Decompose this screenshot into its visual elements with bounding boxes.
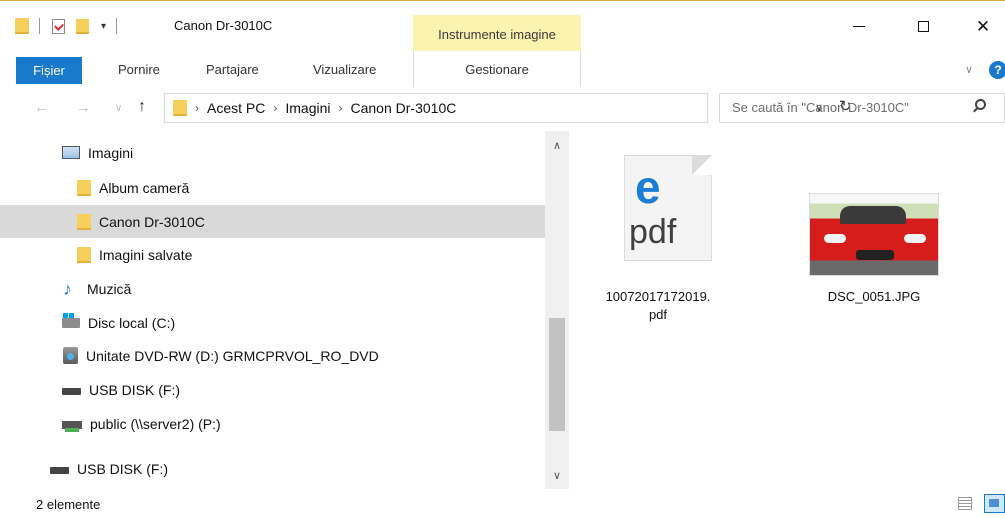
tree-item-label: Muzică [87, 280, 132, 297]
tree-item-saved-pictures[interactable]: Imagini salvate [0, 238, 545, 271]
usb-drive-icon [62, 388, 81, 395]
address-bar[interactable]: › Acest PC › Imagini › Canon Dr-3010C ∨ … [164, 93, 852, 123]
tab-share[interactable]: Partajare [206, 57, 259, 82]
tree-item-label: USB DISK (F:) [89, 381, 181, 398]
file-name-line1: 10072017172019. [605, 289, 711, 304]
minimize-icon [853, 25, 865, 27]
scroll-up-icon[interactable]: ∧ [553, 139, 561, 152]
up-arrow-icon[interactable]: ↑ [138, 98, 146, 116]
tree-item-label: Album cameră [99, 179, 190, 196]
separator [116, 18, 118, 34]
recent-locations-icon[interactable]: ∨ [115, 103, 122, 114]
jpg-thumbnail [809, 193, 939, 276]
dvd-drive-icon [63, 347, 78, 364]
tree-item-usb-disk[interactable]: USB DISK (F:) [0, 373, 545, 406]
tree-item-label: Canon Dr-3010C [99, 213, 205, 230]
tree-item-canon-folder[interactable]: Canon Dr-3010C [0, 205, 545, 238]
folder-icon [173, 100, 187, 116]
search-box[interactable]: Se caută în "Canon Dr-3010C" [719, 93, 1005, 123]
pdf-label: pdf [629, 213, 677, 251]
details-view-icon[interactable] [958, 497, 972, 510]
pdf-edge-icon: e pdf [624, 155, 712, 261]
forward-arrow-icon[interactable]: → [76, 99, 91, 116]
tab-file[interactable]: Fișier [16, 57, 82, 84]
pictures-icon [62, 146, 80, 159]
close-icon: ✕ [975, 16, 991, 36]
window-title: Canon Dr-3010C [174, 18, 273, 33]
minimize-button[interactable] [836, 12, 882, 40]
large-icons-view-icon[interactable] [984, 494, 1005, 513]
edge-logo-icon: e [635, 161, 661, 213]
folder-icon [77, 246, 91, 263]
context-tab-group: Instrumente imagine [413, 15, 581, 51]
breadcrumb-pictures[interactable]: Imagini [285, 100, 330, 116]
item-count: 2 elemente [36, 497, 101, 512]
tree-item-label: USB DISK (F:) [77, 460, 169, 477]
tree-item-camera-roll[interactable]: Album cameră [0, 171, 545, 204]
new-folder-icon[interactable] [76, 18, 89, 34]
folder-icon [77, 179, 91, 196]
maximize-icon [917, 20, 929, 32]
tab-home[interactable]: Pornire [118, 57, 160, 82]
usb-drive-icon [50, 467, 69, 474]
tree-item-dvd-drive[interactable]: Unitate DVD-RW (D:) GRMCPRVOL_RO_DVD [0, 339, 545, 372]
file-name: DSC_0051.JPG [827, 289, 921, 304]
quick-access-toolbar: ▾ [15, 14, 118, 38]
tree-item-local-disk[interactable]: Disc local (C:) [0, 306, 545, 339]
search-icon[interactable] [975, 99, 986, 110]
file-item-pdf[interactable]: e pdf 10072017172019. pdf [593, 151, 723, 351]
breadcrumb-separator-icon[interactable]: › [195, 101, 199, 115]
separator [39, 18, 40, 34]
customize-quick-access-icon[interactable]: ▾ [101, 21, 106, 32]
file-name: 10072017172019. pdf [593, 288, 723, 324]
title-bar: ▾ Canon Dr-3010C Instrumente imagine ✕ [0, 1, 1005, 51]
tree-item-pictures[interactable]: Imagini [0, 136, 545, 169]
breadcrumb-separator-icon[interactable]: › [273, 101, 277, 115]
status-bar: 2 elemente [0, 489, 1005, 518]
tree-item-label: Disc local (C:) [88, 314, 176, 331]
tree-item-network-drive[interactable]: public (\\server2) (P:) [0, 407, 545, 440]
expand-ribbon-icon[interactable]: ∨ [965, 63, 973, 76]
explorer-window: ▾ Canon Dr-3010C Instrumente imagine ✕ F… [0, 0, 1005, 518]
breadcrumb-this-pc[interactable]: Acest PC [207, 100, 265, 116]
tab-manage[interactable]: Gestionare [413, 51, 581, 87]
folder-icon [15, 18, 29, 34]
help-icon[interactable]: ? [989, 61, 1005, 79]
folder-icon [77, 213, 91, 230]
close-button[interactable]: ✕ [960, 12, 1005, 40]
properties-icon[interactable] [52, 18, 65, 34]
search-input[interactable]: Se caută în "Canon Dr-3010C" [732, 100, 909, 115]
tree-item-label: Imagini [88, 144, 134, 161]
file-list: e pdf 10072017172019. pdf DSC_0051.JPG [569, 131, 1005, 489]
maximize-button[interactable] [900, 12, 946, 40]
tree-item-usb-disk-root[interactable]: USB DISK (F:) [0, 452, 545, 485]
file-item-jpg[interactable]: DSC_0051.JPG [809, 151, 939, 351]
local-disk-icon [62, 312, 80, 328]
music-icon: ♪ [63, 278, 72, 299]
back-arrow-icon[interactable]: ← [34, 99, 49, 116]
tree-item-label: Unitate DVD-RW (D:) GRMCPRVOL_RO_DVD [86, 347, 379, 364]
nav-pane-scrollbar[interactable]: ∧ ∨ [545, 131, 569, 489]
tree-item-label: public (\\server2) (P:) [90, 415, 221, 432]
scroll-down-icon[interactable]: ∨ [553, 469, 561, 482]
scrollbar-thumb[interactable] [549, 318, 565, 431]
tab-view[interactable]: Vizualizare [313, 57, 376, 82]
tree-item-music[interactable]: ♪ Muzică [0, 272, 545, 305]
navigation-pane: Imagini Album cameră Canon Dr-3010C Imag… [0, 131, 569, 489]
breadcrumb-separator-icon[interactable]: › [339, 101, 343, 115]
breadcrumb-current-folder[interactable]: Canon Dr-3010C [351, 100, 457, 116]
tree-item-label: Imagini salvate [99, 246, 193, 263]
network-drive-icon [62, 421, 82, 432]
file-name-line2: pdf [648, 307, 668, 322]
